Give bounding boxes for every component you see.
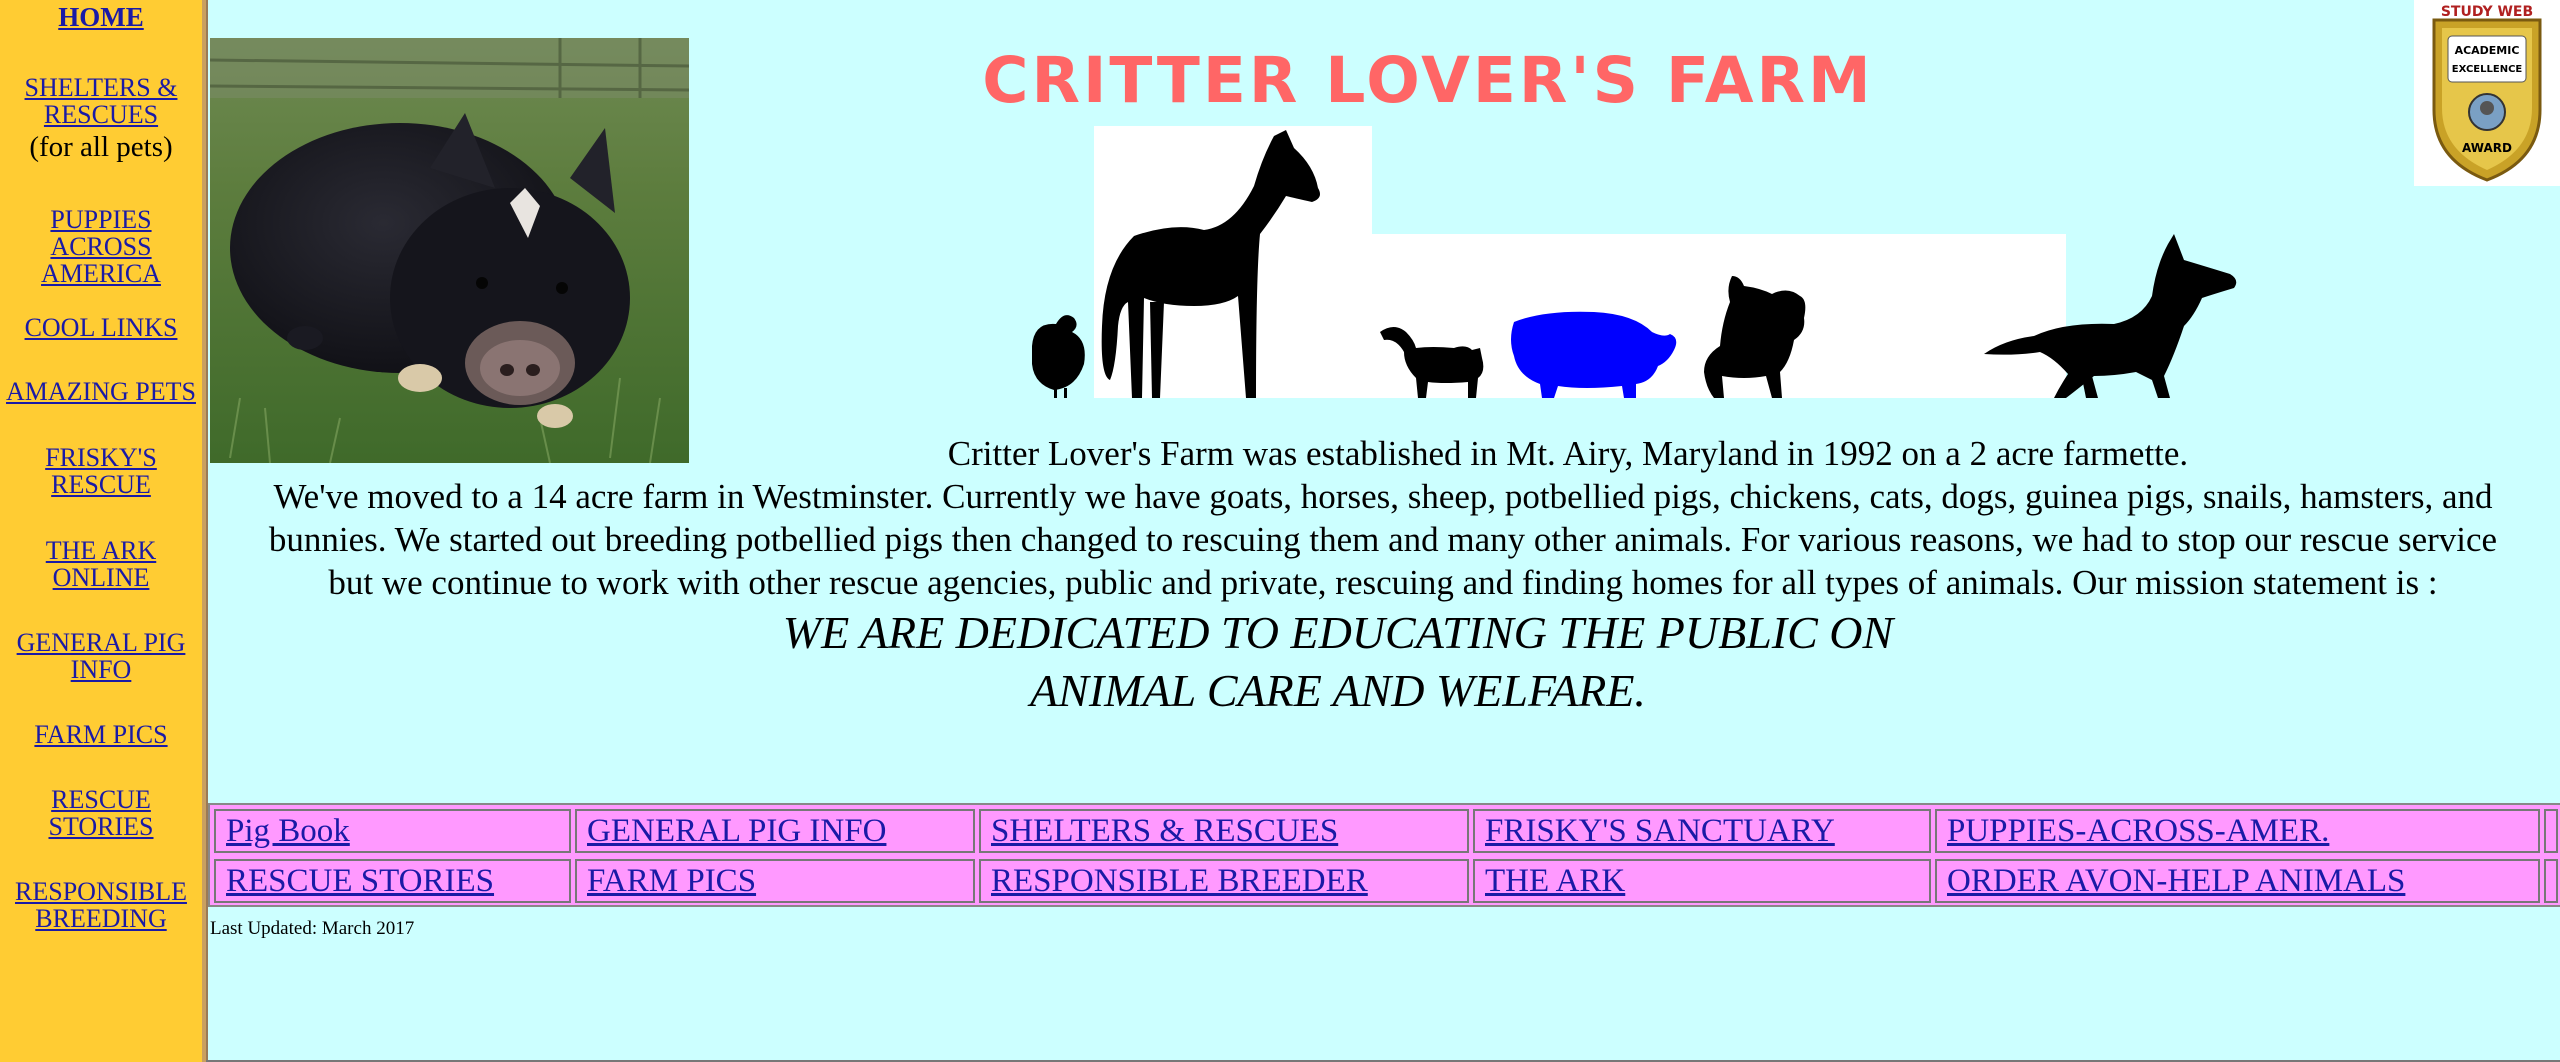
sidebar-link-cool-links[interactable]: COOL LINKS <box>0 314 202 341</box>
nav-cell: FARM PICS <box>575 859 975 903</box>
nav-link-general-pig-info[interactable]: GENERAL PIG INFO <box>587 813 886 850</box>
sidebar-link-friskys-rescue[interactable]: FRISKY'S RESCUE <box>0 444 202 498</box>
nav-link-pig-book[interactable]: Pig Book <box>226 813 350 850</box>
sidebar-link-home[interactable]: HOME <box>0 4 202 31</box>
sidebar-frisky-line2: RESCUE <box>51 470 151 499</box>
award-line-2: EXCELLENCE <box>2452 64 2523 75</box>
sidebar-link-puppies-across-america[interactable]: PUPPIES ACROSS AMERICA <box>0 206 202 287</box>
sidebar-pig-line2: INFO <box>70 655 132 684</box>
mission-line-2: ANIMAL CARE AND WELFARE. <box>1030 665 1646 716</box>
nav-cell: PUPPIES-ACROSS-AMER. <box>1935 809 2540 853</box>
sidebar-puppies-line3: AMERICA <box>41 259 161 288</box>
sidebar-nav: HOME SHELTERS & RESCUES (for all pets) PU… <box>0 0 206 1062</box>
sidebar-puppies-line2: ACROSS <box>50 232 152 261</box>
sidebar-link-general-pig-info[interactable]: GENERAL PIG INFO <box>0 629 202 683</box>
nav-link-rescue-stories[interactable]: RESCUE STORIES <box>226 863 494 900</box>
sidebar-breeder-line2: BREEDING <box>35 904 167 933</box>
nav-cell: GENERAL PIG INFO <box>575 809 975 853</box>
nav-link-friskys-sanctuary[interactable]: FRISKY'S SANCTUARY <box>1485 813 1835 850</box>
sidebar-link-shelters-rescues[interactable]: SHELTERS & RESCUES <box>0 74 202 128</box>
nav-link-farm-pics[interactable]: FARM PICS <box>587 863 756 900</box>
sidebar-link-responsible-breeding[interactable]: RESPONSIBLE BREEDING <box>0 878 202 932</box>
nav-link-order-avon[interactable]: ORDER AVON-HELP ANIMALS <box>1947 863 2405 900</box>
nav-cell: THE ARK <box>1473 859 1931 903</box>
sidebar-puppies-line1: PUPPIES <box>50 205 152 234</box>
sidebar-pig-line1: GENERAL PIG <box>16 628 186 657</box>
sidebar-link-farm-pics[interactable]: FARM PICS <box>0 721 202 748</box>
sidebar-ark-line1: THE ARK <box>45 536 157 565</box>
award-line-1: ACADEMIC <box>2455 44 2520 57</box>
sidebar-shelters-note: (for all pets) <box>29 131 173 163</box>
nav-link-shelters-rescues[interactable]: SHELTERS & RESCUES <box>991 813 1338 850</box>
nav-link-puppies-across-america[interactable]: PUPPIES-ACROSS-AMER. <box>1947 813 2329 850</box>
sidebar-rescue-line2: STORIES <box>48 812 154 841</box>
page-title: CRITTER LOVER'S FARM <box>982 44 1874 117</box>
award-line-3: AWARD <box>2462 141 2512 155</box>
main-content: CRITTER LOVER'S FARM STUDY WEB ACADEMIC … <box>206 0 2560 1062</box>
nav-link-table: Pig Book GENERAL PIG INFO SHELTERS & RES… <box>208 803 2560 907</box>
nav-link-the-ark[interactable]: THE ARK <box>1485 863 1625 900</box>
last-updated-text: Last Updated: March 2017 <box>210 918 415 939</box>
animal-silhouettes-banner <box>1032 126 2237 398</box>
mission-statement: WE ARE DEDICATED TO EDUCATING THE PUBLIC… <box>206 604 2560 720</box>
sidebar-link-amazing-pets[interactable]: AMAZING PETS <box>0 378 202 405</box>
intro-line-4: but we continue to work with other rescu… <box>328 563 2438 602</box>
nav-cell: SHELTERS & RESCUES <box>979 809 1469 853</box>
nav-cell: ORDER AVON-HELP ANIMALS <box>1935 859 2540 903</box>
nav-cell-empty <box>2544 859 2558 903</box>
award-top-text: STUDY WEB <box>2441 4 2533 20</box>
intro-paragraph: Critter Lover's Farm was established in … <box>206 432 2560 604</box>
sidebar-link-shelters-line1: SHELTERS & <box>24 73 178 102</box>
mission-line-1: WE ARE DEDICATED TO EDUCATING THE PUBLIC… <box>782 607 1894 658</box>
academic-excellence-award-badge: STUDY WEB ACADEMIC EXCELLENCE AWARD <box>2414 0 2560 186</box>
nav-cell: RESPONSIBLE BREEDER <box>979 859 1469 903</box>
sidebar-link-shelters-line2: RESCUES <box>43 100 159 129</box>
nav-cell: FRISKY'S SANCTUARY <box>1473 809 1931 853</box>
intro-line-1: Critter Lover's Farm was established in … <box>947 434 2189 473</box>
sidebar-rescue-line1: RESCUE <box>51 785 151 814</box>
chicken-silhouette <box>1032 315 1085 398</box>
sidebar-frisky-line1: FRISKY'S <box>45 443 157 472</box>
nav-cell: Pig Book <box>214 809 571 853</box>
sidebar-link-rescue-stories[interactable]: RESCUE STORIES <box>0 786 202 840</box>
sidebar-ark-line2: ONLINE <box>52 563 150 592</box>
intro-line-2: We've moved to a 14 acre farm in Westmin… <box>273 477 2493 516</box>
intro-line-3: bunnies. We started out breeding potbell… <box>268 520 2498 559</box>
sidebar-breeder-line1: RESPONSIBLE <box>15 877 187 906</box>
nav-cell: RESCUE STORIES <box>214 859 571 903</box>
nav-cell-empty <box>2544 809 2558 853</box>
sidebar-link-the-ark-online[interactable]: THE ARK ONLINE <box>0 537 202 591</box>
nav-link-responsible-breeder[interactable]: RESPONSIBLE BREEDER <box>991 863 1368 900</box>
